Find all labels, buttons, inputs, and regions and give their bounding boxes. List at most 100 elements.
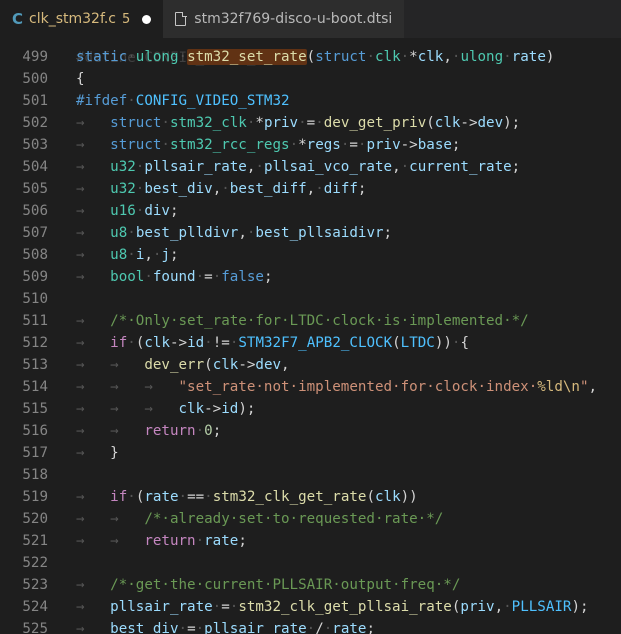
code-token: );	[571, 599, 589, 615]
code-line[interactable]: 510	[0, 288, 621, 310]
code-token: {	[460, 335, 470, 351]
code-line[interactable]: 525 → best_div·=·pllsair_rate·/·rate;	[0, 618, 621, 634]
line-code: → → → "set_rate·not·implemented·for·cloc…	[76, 376, 597, 398]
code-line[interactable]: 518	[0, 464, 621, 486]
code-line[interactable]: 522	[0, 552, 621, 574]
code-line[interactable]: 505 → u32·best_div,·best_diff,·diff;	[0, 178, 621, 200]
code-line[interactable]: 523 → /*·get·the·current·PLLSAIR·output·f…	[0, 574, 621, 596]
code-line[interactable]: 501 #ifdef·CONFIG_VIDEO_STM32	[0, 90, 621, 112]
tab-title: clk_stm32f.c	[29, 11, 117, 27]
code-token: id	[187, 335, 205, 351]
code-editor[interactable]: #define CONFIG_VIDEO_STM32 499static·ulo…	[0, 38, 621, 634]
whitespace-marker: ·	[161, 115, 170, 131]
editor-window: C clk_stm32f.c 5 stm32f769-disco-u-boot.…	[0, 0, 621, 634]
whitespace-marker: →	[76, 159, 111, 175]
code-line[interactable]: 519 → if·(rate·==·stm32_clk_get_rate(clk)…	[0, 486, 621, 508]
whitespace-marker: ·	[127, 225, 136, 241]
code-token: bool	[110, 269, 145, 285]
code-line[interactable]: 512 → if·(clk->id·!=·STM32F7_APB2_CLOCK(L…	[0, 332, 621, 354]
code-line[interactable]: 500 {	[0, 68, 621, 90]
line-number: 509	[22, 269, 48, 285]
line-number: 518	[22, 467, 48, 483]
line-number: 507	[22, 225, 48, 241]
code-token: stm32_rcc_regs	[169, 137, 290, 153]
code-line[interactable]: 524 → pllsair_rate·=·stm32_clk_get_pllsai…	[0, 596, 621, 618]
code-token: clk	[434, 115, 461, 131]
whitespace-marker: → →	[76, 423, 145, 439]
code-token: "set_rate·not·implemented·for·clock·inde…	[178, 379, 538, 395]
code-line[interactable]: 520 → → /*·already·set·to·requested·rate·…	[0, 508, 621, 530]
line-number: 506	[22, 203, 48, 219]
unsaved-dot-icon[interactable]	[142, 14, 152, 24]
code-token: rate	[144, 489, 179, 505]
code-token: STM32F7_APB2_CLOCK	[238, 335, 393, 351]
whitespace-marker: ·	[400, 49, 410, 65]
whitespace-marker: ·	[178, 489, 188, 505]
code-token: best_pllsaidivr	[255, 225, 384, 241]
code-token: best_diff	[229, 181, 307, 197]
code-token: static	[76, 49, 128, 65]
code-token: /*·Only·set_rate·for·LTDC·clock·is·imple…	[110, 313, 529, 329]
code-token: ulong	[460, 49, 504, 65]
line-number: 513	[22, 357, 48, 373]
whitespace-marker: →	[76, 621, 111, 634]
tab-bar: C clk_stm32f.c 5 stm32f769-disco-u-boot.…	[0, 0, 621, 38]
code-token: ,	[494, 599, 504, 615]
code-line[interactable]: 504 → u32·pllsair_rate,·pllsai_vco_rate,·…	[0, 156, 621, 178]
whitespace-marker: ·	[195, 423, 205, 439]
code-line[interactable]: 508 → u8·i,·j;	[0, 244, 621, 266]
whitespace-marker: → →	[76, 357, 145, 373]
code-line[interactable]: 511 → /*·Only·set_rate·for·LTDC·clock·is·…	[0, 310, 621, 332]
code-token: LTDC	[400, 335, 435, 351]
code-token: priv	[366, 137, 401, 153]
line-code: → u32·pllsair_rate,·pllsai_vco_rate,·cur…	[76, 156, 520, 178]
whitespace-marker: →	[76, 137, 111, 153]
code-token: =	[221, 599, 230, 615]
code-line[interactable]: 513 → → dev_err(clk->dev,	[0, 354, 621, 376]
code-token: !=	[212, 335, 230, 351]
code-token: ->	[169, 335, 188, 351]
code-token: /*·get·the·current·PLLSAIR·output·freq·*…	[110, 577, 461, 593]
whitespace-marker: ·	[161, 137, 170, 153]
whitespace-marker: ·	[366, 49, 375, 65]
tab-dtsi[interactable]: stm32f769-disco-u-boot.dtsi	[163, 0, 405, 38]
code-token: priv	[263, 115, 299, 131]
c-file-icon: C	[12, 10, 24, 28]
code-line[interactable]: 521 → → return·rate;	[0, 530, 621, 552]
code-token: );	[238, 401, 256, 417]
code-token: regs	[306, 137, 341, 153]
code-token: div	[144, 203, 170, 219]
line-number: 504	[22, 159, 48, 175]
code-token: =	[306, 115, 316, 131]
code-token: id	[221, 401, 239, 417]
whitespace-marker: ·	[306, 621, 316, 634]
whitespace-marker: ·	[323, 621, 333, 634]
code-line[interactable]: 503 → struct·stm32_rcc_regs·*regs·=·priv-…	[0, 134, 621, 156]
code-token: ;	[212, 423, 222, 439]
whitespace-marker: ·	[178, 621, 188, 634]
line-code: → → return·0;	[76, 420, 221, 442]
code-line[interactable]: 514 → → → "set_rate·not·implemented·for·c…	[0, 376, 621, 398]
line-code: → → return·rate;	[76, 530, 247, 552]
code-token: %ld\n	[537, 379, 580, 395]
code-line[interactable]: 507 → u8·best_plldivr,·best_pllsaidivr;	[0, 222, 621, 244]
tab-clk-stm32f[interactable]: C clk_stm32f.c 5	[0, 0, 164, 38]
whitespace-marker: ·	[195, 621, 205, 634]
whitespace-marker: → →	[76, 533, 145, 549]
code-token: stm32_clk	[169, 115, 247, 131]
whitespace-marker: →	[76, 335, 111, 351]
code-token: ;	[169, 203, 179, 219]
code-line[interactable]: 515 → → → clk->id);	[0, 398, 621, 420]
code-token: ->	[460, 115, 478, 131]
code-line[interactable]: 509 → bool·found·=·false;	[0, 266, 621, 288]
code-line[interactable]: 517 → }	[0, 442, 621, 464]
code-token: j	[161, 247, 170, 263]
code-line[interactable]: 499 static·ulong·stm32_set_rate(struct·cl…	[0, 46, 621, 68]
code-token: (	[392, 335, 401, 351]
code-line[interactable]: 506 → u16·div;	[0, 200, 621, 222]
code-line[interactable]: 502 → struct·stm32_clk·*priv·=·dev_get_pr…	[0, 112, 621, 134]
line-number: 524	[22, 599, 48, 615]
whitespace-marker: →	[76, 489, 111, 505]
code-line[interactable]: 516 → → return·0;	[0, 420, 621, 442]
line-number: 505	[22, 181, 48, 197]
